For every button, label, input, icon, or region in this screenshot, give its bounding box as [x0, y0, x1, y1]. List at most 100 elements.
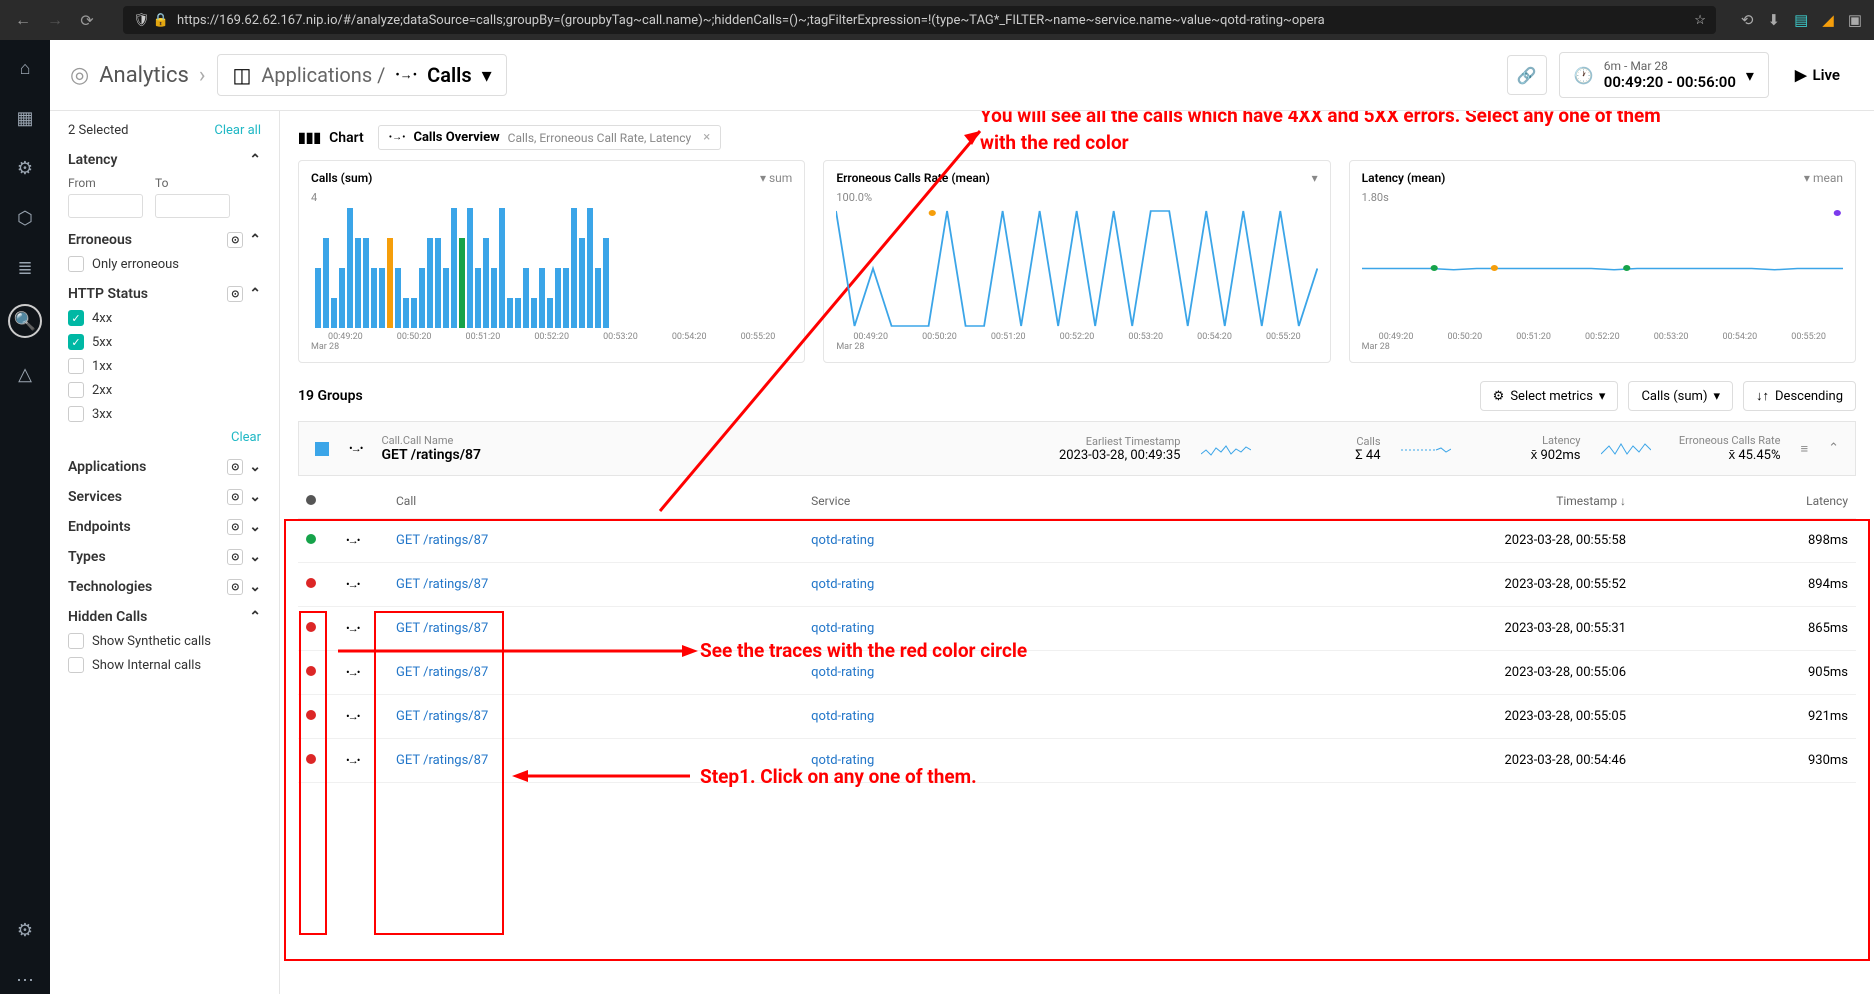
- services-heading[interactable]: Services⊙⌄: [68, 489, 261, 505]
- service-link[interactable]: qotd-rating: [811, 709, 874, 724]
- label-4xx: 4xx: [92, 311, 112, 326]
- th-latency[interactable]: Latency: [1634, 484, 1856, 519]
- check-4xx[interactable]: ✓4xx: [68, 310, 261, 326]
- hidden-calls-heading[interactable]: Hidden Calls⌃: [68, 609, 261, 625]
- rail-apps-icon[interactable]: ⚙: [11, 154, 39, 182]
- th-call[interactable]: Call: [388, 484, 803, 519]
- call-name-label: Call.Call Name: [381, 434, 481, 447]
- rail-settings-icon[interactable]: ⚙: [11, 916, 39, 944]
- ext-icon[interactable]: ◢: [1822, 11, 1834, 29]
- check-5xx[interactable]: ✓5xx: [68, 334, 261, 350]
- call-link[interactable]: GET /ratings/87: [396, 665, 488, 680]
- reload-button[interactable]: ⟳: [76, 11, 98, 30]
- play-icon: ▶: [1795, 66, 1807, 84]
- clear-all-link[interactable]: Clear all: [214, 123, 261, 138]
- table-row[interactable]: •→• GET /ratings/87 qotd-rating 2023-03-…: [298, 651, 1856, 695]
- chart3-yval: 1.80s: [1362, 191, 1843, 204]
- pocket-icon[interactable]: ▤: [1794, 11, 1808, 29]
- rail-infra-icon[interactable]: ≣: [11, 254, 39, 282]
- service-link[interactable]: qotd-rating: [811, 753, 874, 768]
- link-icon: 🔗: [1517, 66, 1537, 85]
- descending-label: Descending: [1775, 389, 1843, 404]
- clear-http-link[interactable]: Clear: [231, 430, 261, 445]
- check-1xx[interactable]: 1xx: [68, 358, 261, 374]
- http-status-heading[interactable]: HTTP Status ⊙⌃: [68, 286, 261, 302]
- check-3xx[interactable]: 3xx: [68, 406, 261, 422]
- latency-stat-label: Latency: [1542, 434, 1580, 447]
- share-link-button[interactable]: 🔗: [1507, 55, 1547, 95]
- time-picker[interactable]: 🕐 6m - Mar 28 00:49:20 - 00:56:00 ▾: [1559, 52, 1769, 98]
- call-link[interactable]: GET /ratings/87: [396, 533, 488, 548]
- chevron-up-icon: ⌃: [249, 286, 261, 302]
- group-summary-row[interactable]: •→• Call.Call NameGET /ratings/87 Earlie…: [298, 421, 1856, 476]
- group-color-icon: [315, 442, 329, 456]
- service-link[interactable]: qotd-rating: [811, 577, 874, 592]
- back-button[interactable]: ←: [12, 10, 34, 30]
- latency-stat-value: x̄ 902ms: [1531, 447, 1581, 463]
- technologies-heading[interactable]: Technologies⊙⌄: [68, 579, 261, 595]
- rail-websites-icon[interactable]: ▦: [11, 104, 39, 132]
- url-bar[interactable]: 🛡 🔒 https://169.62.62.167.nip.io/#/analy…: [123, 6, 1716, 34]
- select-metrics-button[interactable]: ⚙Select metrics▾: [1480, 381, 1619, 411]
- latency-to-input[interactable]: [155, 194, 230, 218]
- table-row[interactable]: •→• GET /ratings/87 qotd-rating 2023-03-…: [298, 739, 1856, 783]
- chevron-down-icon[interactable]: ▾: [760, 171, 766, 185]
- service-link[interactable]: qotd-rating: [811, 533, 874, 548]
- table-row[interactable]: •→• GET /ratings/87 qotd-rating 2023-03-…: [298, 695, 1856, 739]
- call-link[interactable]: GET /ratings/87: [396, 709, 488, 724]
- lock-icon: 🔒: [153, 13, 169, 28]
- chevron-up-icon[interactable]: ⌃: [1828, 441, 1839, 456]
- rail-home-icon[interactable]: ⌂: [11, 54, 39, 82]
- latency-from-input[interactable]: [68, 194, 143, 218]
- rail-platform-icon[interactable]: ⬡: [11, 204, 39, 232]
- menu-icon[interactable]: ≡: [1801, 441, 1809, 457]
- rail-events-icon[interactable]: △: [11, 360, 39, 388]
- table-row[interactable]: •→• GET /ratings/87 qotd-rating 2023-03-…: [298, 563, 1856, 607]
- call-link[interactable]: GET /ratings/87: [396, 753, 488, 768]
- filter-icon: ⊙: [227, 549, 243, 565]
- rail-analyze-icon[interactable]: 🔍: [8, 304, 42, 338]
- show-synthetic-check[interactable]: Show Synthetic calls: [68, 633, 261, 649]
- calls-sum-button[interactable]: Calls (sum)▾: [1628, 381, 1733, 411]
- sync-icon[interactable]: ⟲: [1741, 11, 1754, 29]
- more-icon[interactable]: ▣: [1848, 11, 1862, 29]
- sort-icon: ↓↑: [1756, 388, 1769, 404]
- rail-more-icon[interactable]: ⋯: [11, 966, 39, 994]
- star-icon[interactable]: ☆: [1694, 13, 1706, 28]
- table-row[interactable]: •→• GET /ratings/87 qotd-rating 2023-03-…: [298, 519, 1856, 563]
- table-row[interactable]: •→• GET /ratings/87 qotd-rating 2023-03-…: [298, 607, 1856, 651]
- close-icon[interactable]: ×: [703, 130, 710, 145]
- service-link[interactable]: qotd-rating: [811, 621, 874, 636]
- show-internal-check[interactable]: Show Internal calls: [68, 657, 261, 673]
- breadcrumb[interactable]: ◫ Applications / •→• Calls ▾: [217, 54, 506, 96]
- th-service[interactable]: Service: [803, 484, 1106, 519]
- latency-label: Latency: [68, 152, 117, 168]
- applications-heading[interactable]: Applications⊙⌄: [68, 459, 261, 475]
- endpoints-heading[interactable]: Endpoints⊙⌄: [68, 519, 261, 535]
- analytics-icon: ◎: [70, 63, 89, 88]
- forward-button[interactable]: →: [44, 10, 66, 30]
- trace-icon: •→•: [346, 754, 358, 767]
- only-erroneous-check[interactable]: Only erroneous: [68, 256, 261, 272]
- chevron-down-icon[interactable]: ▾: [1804, 171, 1810, 185]
- sort-button[interactable]: ↓↑ Descending: [1743, 381, 1856, 411]
- latency-cell: 905ms: [1634, 651, 1856, 695]
- th-timestamp[interactable]: Timestamp ↓: [1107, 484, 1635, 519]
- live-button[interactable]: ▶ Live: [1781, 66, 1854, 84]
- types-heading[interactable]: Types ⊙ ⌄: [68, 549, 261, 565]
- status-dot-icon: [306, 622, 316, 632]
- call-link[interactable]: GET /ratings/87: [396, 577, 488, 592]
- check-2xx[interactable]: 2xx: [68, 382, 261, 398]
- time-sub: 6m - Mar 28: [1604, 59, 1736, 73]
- types-label: Types: [68, 549, 106, 565]
- latency-heading[interactable]: Latency ⌃: [68, 152, 261, 168]
- chevron-down-icon[interactable]: ▾: [1312, 171, 1318, 185]
- call-link[interactable]: GET /ratings/87: [396, 621, 488, 636]
- chevron-down-icon: ⌄: [249, 549, 261, 565]
- chart-overview-chip[interactable]: •→• Calls Overview Calls, Erroneous Call…: [378, 125, 721, 150]
- erroneous-heading[interactable]: Erroneous ⊙⌃: [68, 232, 261, 248]
- service-link[interactable]: qotd-rating: [811, 665, 874, 680]
- chart-tab[interactable]: ▮▮▮ Chart: [298, 130, 364, 146]
- download-icon[interactable]: ⬇: [1768, 11, 1781, 29]
- main-panel: You will see all the calls which have 4X…: [280, 111, 1874, 994]
